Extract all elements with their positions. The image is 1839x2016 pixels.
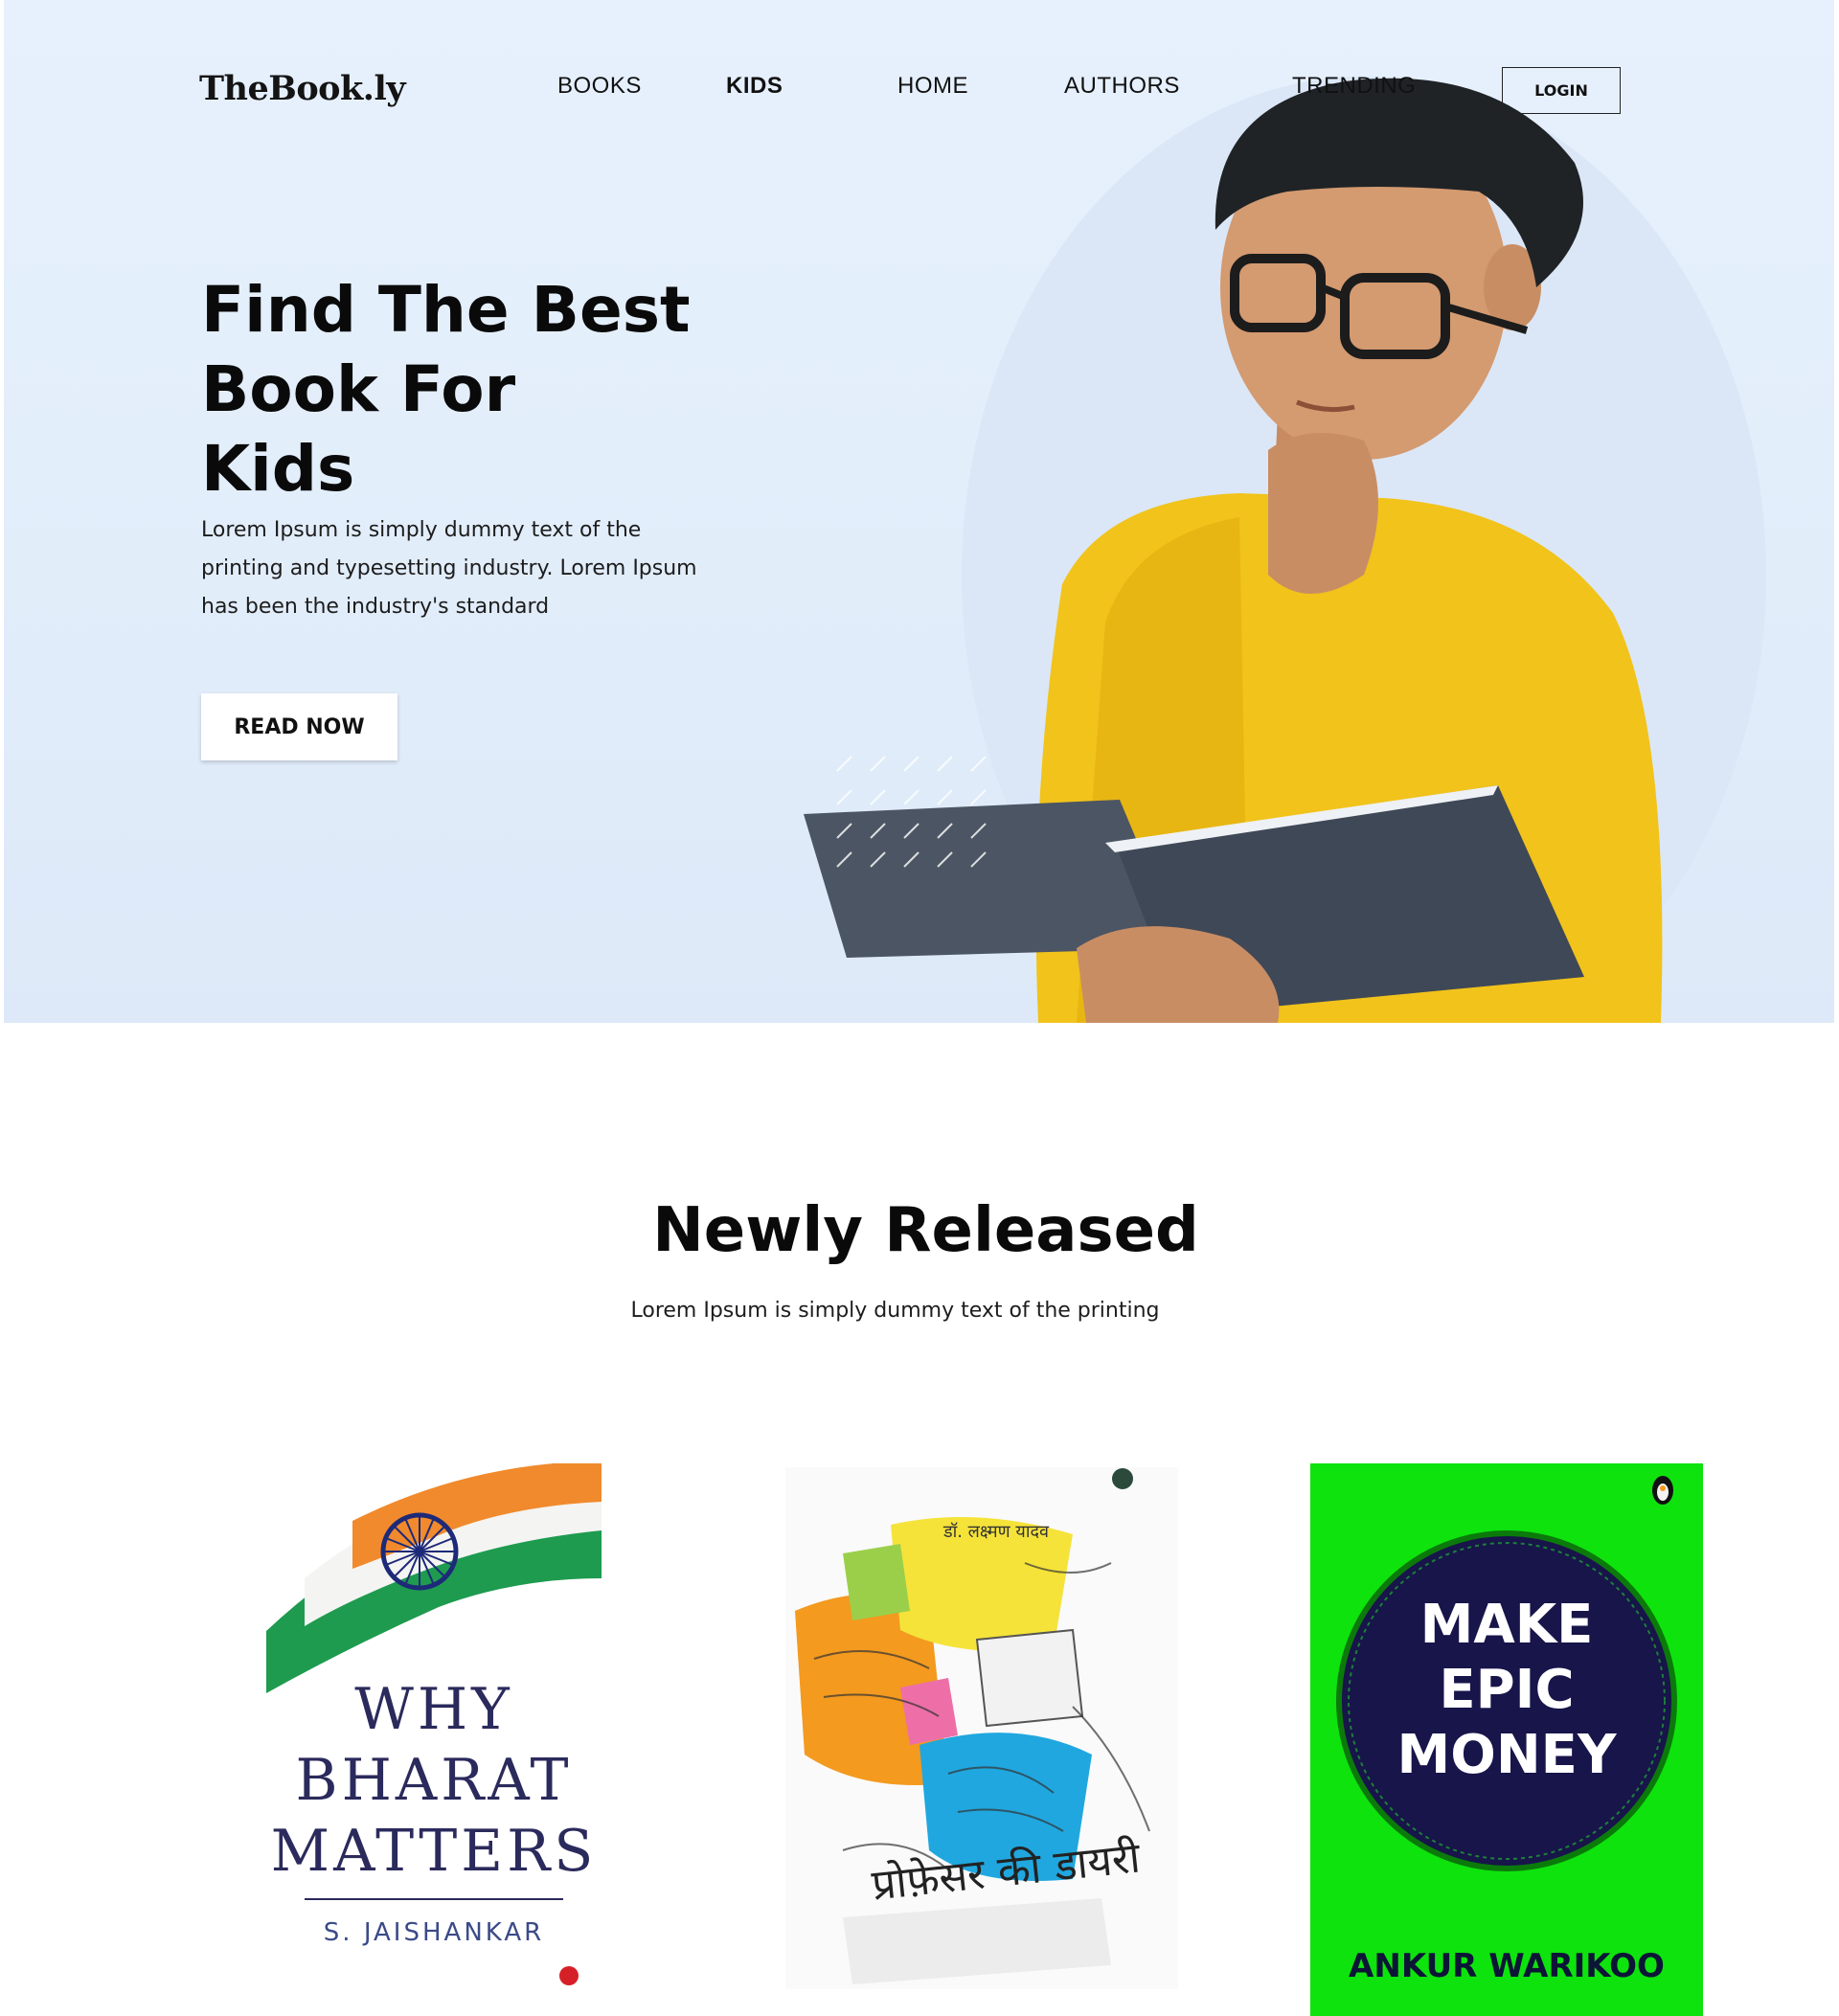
book-author: S. JAISHANKAR (323, 1918, 545, 1947)
nav-item-kids[interactable]: KIDS (726, 73, 783, 100)
book-title-line: MONEY (1396, 1724, 1617, 1786)
publisher-logo (1112, 1468, 1133, 1489)
hero-description: Lorem Ipsum is simply dummy text of the … (201, 518, 697, 619)
nav-item-trending[interactable]: TRENDING (1292, 73, 1416, 100)
book-title: MAKE EPIC MONEY (1349, 1593, 1665, 1788)
collage-illustration (785, 1467, 1178, 1989)
book-title-line: MAKE (1419, 1594, 1594, 1656)
book-title-line: MATTERS (270, 1818, 598, 1885)
hero-title-line: Book For (201, 352, 516, 426)
book-title-line: BHARAT (295, 1747, 573, 1814)
book-author: ANKUR WARIKOO (1349, 1947, 1665, 1985)
nav-item-books[interactable]: BOOKS (557, 73, 642, 100)
book-title: WHY BHARAT MATTERS (266, 1674, 602, 1887)
publisher-logo (559, 1966, 579, 1985)
book-card-make-epic-money[interactable]: MAKE EPIC MONEY ANKUR WARIKOO (1310, 1463, 1703, 2016)
site-logo[interactable]: TheBook.ly (199, 69, 406, 108)
book-card-professor-ki-diary[interactable]: डॉ. लक्ष्मण यादव प्रोफ़ेसर की डायरी (785, 1467, 1178, 1989)
book-title-line: WHY (354, 1676, 513, 1743)
section-subtitle: Lorem Ipsum is simply dummy text of the … (630, 1299, 1160, 1323)
book-title-line: EPIC (1439, 1659, 1575, 1721)
book-author: डॉ. लक्ष्मण यादव (942, 1522, 1050, 1542)
login-button[interactable]: LOGIN (1502, 67, 1621, 114)
section-title: Newly Released (652, 1195, 1199, 1266)
hero-section: TheBook.ly BOOKS KIDS HOME AUTHORS TREND… (4, 0, 1834, 1023)
nav-item-home[interactable]: HOME (897, 73, 968, 100)
penguin-logo-icon (1660, 1485, 1666, 1491)
hero-title: Find The Best Book For Kids (201, 270, 738, 509)
nav-item-authors[interactable]: AUTHORS (1064, 73, 1180, 100)
hero-title-line: Find The Best (201, 273, 691, 347)
read-now-button[interactable]: READ NOW (201, 693, 397, 760)
book-card-why-bharat-matters[interactable]: WHY BHARAT MATTERS S. JAISHANKAR (266, 1463, 602, 2009)
hero-title-line: Kids (201, 432, 355, 506)
